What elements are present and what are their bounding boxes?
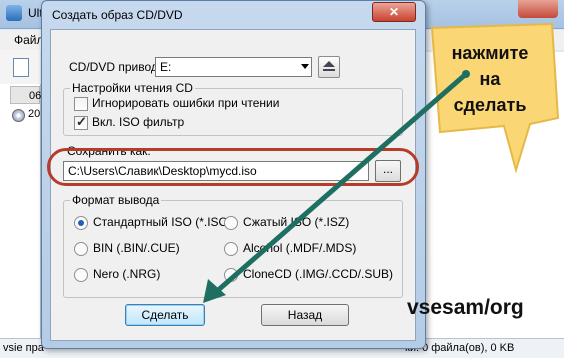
callout-line-2: на: [479, 69, 501, 89]
watermark-text: vsesam/org: [407, 296, 524, 319]
callout-line-3: сделать: [453, 95, 527, 115]
callout-text: нажмите на сделать: [425, 40, 555, 118]
callout-text-box: нажмите на сделать: [425, 28, 555, 128]
pointer-arrow-head: [203, 279, 226, 303]
callout-line-1: нажмите: [451, 43, 529, 63]
